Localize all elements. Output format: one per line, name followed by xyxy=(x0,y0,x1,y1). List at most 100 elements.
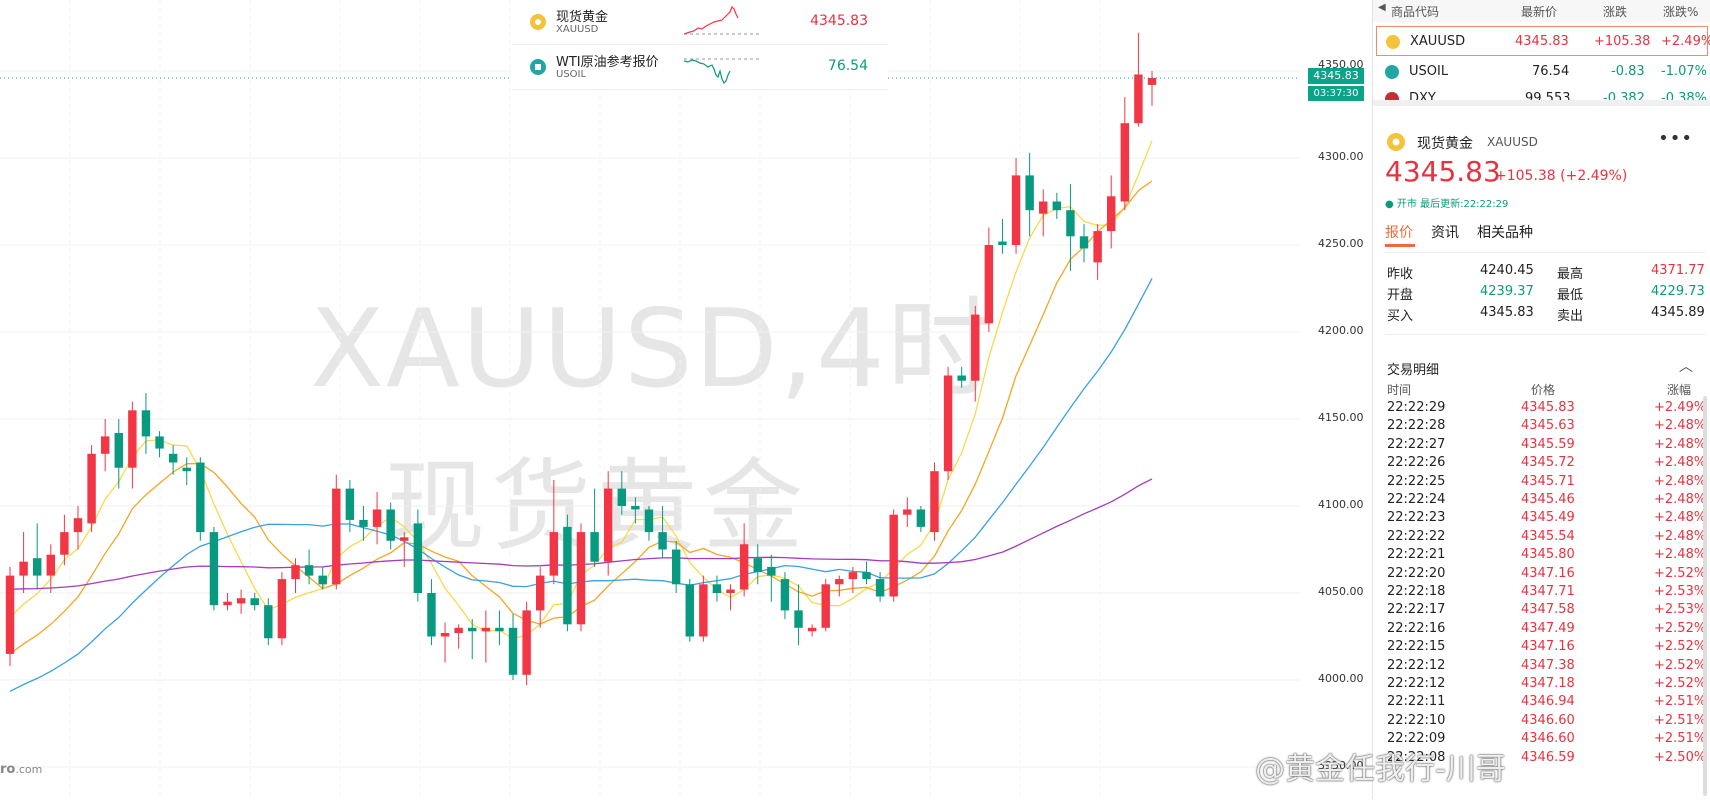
quote-row-oil[interactable]: WTI原油参考报价 USOIL 76.54 xyxy=(512,45,888,90)
candle-body xyxy=(971,314,980,381)
candle-body xyxy=(155,436,164,449)
trade-cell: +2.52% xyxy=(1654,639,1707,655)
trade-cell: 22:22:20 xyxy=(1387,565,1446,581)
candle-body xyxy=(114,432,123,468)
chart-area[interactable]: XAUUSD,4时 现货黄金 ro.com 现货黄金 XAUUSD 4345.8… xyxy=(0,0,1300,799)
candle-body xyxy=(495,627,504,632)
candle-body xyxy=(631,506,640,510)
stat-label: 买入 xyxy=(1387,309,1414,324)
candle-body xyxy=(1011,175,1021,245)
trade-cell: 4346.59 xyxy=(1521,749,1575,765)
candle-body xyxy=(87,453,96,524)
wl-pct: -0.38% xyxy=(1661,91,1707,100)
tab-news[interactable]: 资讯 xyxy=(1431,222,1459,242)
sparkline-oil xyxy=(684,58,762,85)
chevron-up-icon[interactable]: ︿ xyxy=(1679,356,1693,376)
trade-cell: 4346.60 xyxy=(1521,712,1575,728)
trade-cell: +2.48% xyxy=(1654,528,1707,544)
candle-body xyxy=(943,375,953,472)
trade-cell: +2.49% xyxy=(1654,400,1707,415)
candle-body xyxy=(372,509,382,527)
stat-value: 4345.89 xyxy=(1651,305,1705,320)
candle-body xyxy=(903,509,912,515)
tab-related[interactable]: 相关品种 xyxy=(1477,222,1533,242)
col-last[interactable]: 最新价 xyxy=(1521,3,1557,20)
trade-cell: 4347.16 xyxy=(1521,565,1575,581)
social-watermark: @黄金任我行-川哥 xyxy=(1255,752,1506,787)
brand-logo: ro.com xyxy=(0,762,43,777)
candle-body xyxy=(5,575,15,654)
candlestick-chart[interactable] xyxy=(0,0,1300,799)
trade-row: 22:22:16 4347.49 +2.52% xyxy=(1373,621,1706,641)
candle-body xyxy=(400,537,409,541)
axis-tick: 4150.00 xyxy=(1318,411,1364,424)
candle-body xyxy=(957,375,966,381)
candle-body xyxy=(277,579,287,639)
trade-cell: +2.48% xyxy=(1654,473,1707,489)
trade-cell: 22:22:28 xyxy=(1387,418,1446,434)
candle-body xyxy=(128,410,137,468)
trade-cell: 22:22:17 xyxy=(1387,602,1446,618)
detail-price: 4345.83 xyxy=(1385,155,1501,188)
scrollbar[interactable] xyxy=(1703,396,1707,796)
chevron-down-icon[interactable]: ◀ xyxy=(1378,2,1386,13)
watchlist-row-dxy[interactable]: DXY 99.553 -0.382 -0.38% xyxy=(1373,84,1710,100)
tab-quote[interactable]: 报价 xyxy=(1385,222,1413,242)
trade-cell: +2.51% xyxy=(1654,712,1707,728)
candle-body xyxy=(454,627,463,634)
candle-body xyxy=(603,488,613,562)
quote-name: WTI原油参考报价 xyxy=(556,55,659,70)
candle-body xyxy=(780,579,790,611)
candle-body xyxy=(767,566,776,576)
trades-title: 交易明细 xyxy=(1387,363,1440,378)
more-options-icon[interactable]: ••• xyxy=(1658,128,1693,149)
oil-icon xyxy=(1385,65,1399,79)
candle-body xyxy=(998,241,1007,245)
candle-body xyxy=(318,575,327,585)
wl-change: +105.38 xyxy=(1594,34,1651,49)
stat-label: 开盘 xyxy=(1387,288,1414,303)
trade-cell: 22:22:12 xyxy=(1387,657,1446,673)
trade-row: 22:22:23 4345.49 +2.48% xyxy=(1373,510,1706,530)
axis-tick: 4200.00 xyxy=(1318,324,1364,337)
trade-row: 22:22:15 4347.16 +2.52% xyxy=(1373,639,1707,659)
trade-row: 22:22:24 4345.46 +2.48% xyxy=(1373,492,1706,512)
trade-cell: 4346.60 xyxy=(1521,731,1575,747)
trade-cell: +2.52% xyxy=(1654,676,1707,691)
col-pct[interactable]: 涨跌% xyxy=(1663,3,1698,20)
candle-body xyxy=(359,519,368,527)
candle-body xyxy=(304,565,314,576)
col-code[interactable]: 商品代码 xyxy=(1391,3,1439,20)
trade-cell: 4345.80 xyxy=(1521,547,1575,563)
watchlist-header: ◀ 商品代码 最新价 涨跌 涨跌% xyxy=(1373,0,1710,22)
trade-cell: 4345.59 xyxy=(1521,436,1575,452)
quote-price: 4345.83 xyxy=(810,13,868,29)
watchlist-row-xauusd[interactable]: XAUUSD 4345.83 +105.38 +2.49% xyxy=(1376,26,1710,56)
trade-cell: 22:22:29 xyxy=(1387,400,1446,415)
quote-row-gold[interactable]: 现货黄金 XAUUSD 4345.83 xyxy=(512,0,888,45)
trade-row: 22:22:26 4345.72 +2.48% xyxy=(1373,455,1706,475)
wl-pct: -1.07% xyxy=(1661,64,1707,79)
stat-label: 昨收 xyxy=(1387,267,1414,282)
candle-body xyxy=(563,526,572,625)
trade-cell: 4345.83 xyxy=(1521,400,1575,415)
candle-body xyxy=(168,453,178,463)
trade-row: 22:22:10 4346.60 +2.51% xyxy=(1373,712,1707,733)
candle-body xyxy=(699,584,708,637)
col-change[interactable]: 涨跌 xyxy=(1603,3,1627,20)
th-time: 时间 xyxy=(1387,383,1412,397)
wl-last: 4345.83 xyxy=(1515,34,1569,49)
trade-row: 22:22:17 4347.58 +2.53% xyxy=(1373,602,1706,622)
trade-row: 22:22:18 4347.71 +2.53% xyxy=(1373,584,1706,604)
candle-body xyxy=(644,509,654,533)
trade-cell: 4345.49 xyxy=(1521,510,1575,526)
candle-body xyxy=(916,509,926,527)
axis-tick: 4250.00 xyxy=(1318,237,1364,250)
candle-body xyxy=(209,532,219,606)
watchlist-row-usoil[interactable]: USOIL 76.54 -0.83 -1.07% xyxy=(1373,57,1710,87)
candle-body xyxy=(46,554,56,576)
candle-body xyxy=(1093,231,1102,263)
trade-cell: 4345.63 xyxy=(1521,418,1575,434)
current-price-tag: 4345.83 xyxy=(1308,68,1364,84)
gold-coin-icon xyxy=(1387,133,1405,151)
